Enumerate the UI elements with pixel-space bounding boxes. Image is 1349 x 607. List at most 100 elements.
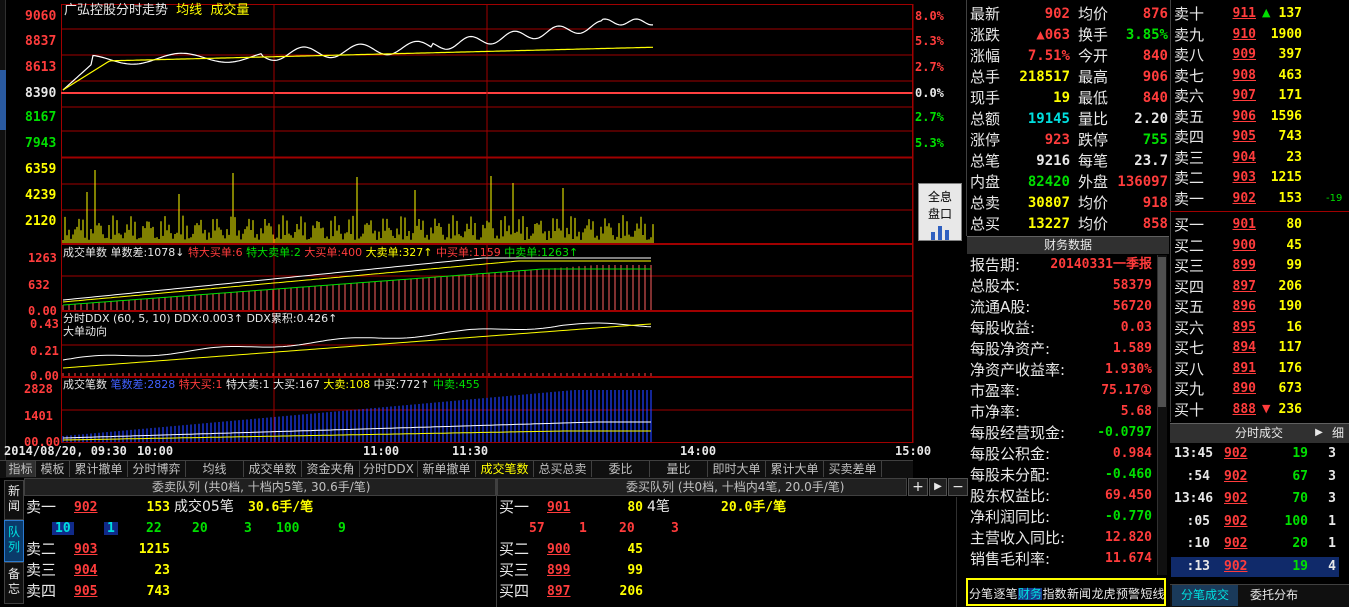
trade-price: 902 [1224,491,1248,506]
trade-time: :13 [1186,558,1210,574]
quote-label: 最高 [1078,68,1109,86]
minus-button[interactable]: − [948,478,968,496]
finance-scroll-thumb[interactable] [1158,257,1166,407]
tab-indicator[interactable]: 新单撤单 [418,461,476,477]
ind3-zmc: 455 [458,378,480,391]
tab-indicator[interactable]: 总买总卖 [534,461,592,477]
quote-value: 923 [1044,132,1070,148]
mid-tab[interactable]: 指数 [1043,588,1067,600]
quote-value: 23.7 [1134,153,1168,169]
quote-label: 最新 [970,5,1001,23]
ind1-dmc: 327↑ [402,246,433,259]
sell-level-label: 卖三 [1174,148,1205,167]
price-tick: 8613 [25,60,57,75]
queue-order: 9 [338,521,346,536]
mid-tab[interactable]: 逐笔 [994,588,1018,600]
queue-order: 20 [619,521,635,536]
trade-time: 13:45 [1174,446,1214,461]
quote-value: 19 [1053,90,1070,106]
price-tick: 8390 [25,86,57,101]
queue-buy-header: 委买队列 (共0档, 十档内4笔, 20.0手/笔) [626,480,845,494]
tab-indicator[interactable]: 累计大单 [766,461,824,477]
queue-price: 900 [547,542,571,557]
mid-tab[interactable]: 财务 [1018,588,1043,600]
finance-value: 0.984 [1112,446,1152,461]
buy-volume: 45 [1286,237,1302,253]
finance-label: 净利润同比: [970,508,1051,526]
trade-count: 3 [1328,468,1336,484]
chart-title: 广弘控股分时走势 均线 成交量 [64,4,249,17]
finance-value: 5.68 [1120,404,1152,419]
buy-level-label: 买一 [1174,216,1205,234]
ind2-tick: 0.21 [30,344,59,358]
add-button[interactable]: + [908,478,928,496]
tab-indicator[interactable]: 量比 [650,461,708,477]
time-label: 2014/08/20, 09:30 [4,444,127,458]
tab-indicator[interactable]: 分时DDX [360,461,418,477]
queue-level-label: 卖四 [26,582,57,600]
sell-volume: 1215 [1270,170,1302,185]
sell-volume: 463 [1278,67,1302,83]
tab-indicator[interactable]: 即时大单 [708,461,766,477]
play-icon[interactable]: ▶ [929,478,947,496]
tab-indicator[interactable]: 资金夹角 [302,461,360,477]
buy-level-label: 买八 [1174,359,1205,378]
queue-order: 20 [192,521,208,536]
time-label: 11:00 [363,444,400,458]
tab-indicator[interactable]: 模板 [36,461,70,477]
quote-label: 涨停 [970,131,1001,149]
tab-fenbi-chengjiao[interactable]: 分笔成交 [1172,585,1238,606]
finance-label: 总股本: [970,277,1021,295]
queue-order: 1 [104,522,118,535]
trade-price: 902 [1224,558,1248,574]
pct-tick: 5.3% [915,136,944,150]
side-tab-news[interactable]: 新闻 [4,480,24,520]
mid-tab[interactable]: 预警 [1116,588,1140,600]
side-tab-memo[interactable]: 备忘 [4,562,24,604]
queue-volume: 153 [146,500,170,515]
mid-tab[interactable]: 龙虎 [1092,588,1116,600]
tab-indicator[interactable]: 均线 [186,461,244,477]
mid-tab[interactable]: 新闻 [1067,588,1091,600]
sell-price: 903 [1232,170,1256,185]
trades-title: 分时成交 [1235,426,1284,440]
side-tab-queue[interactable]: 队列 [4,520,24,562]
ind3-tdm: 1 [215,378,223,391]
ind1-diff: 1078↓ [147,246,185,259]
queue-level-label: 买二 [499,540,530,558]
ind3-tdm-label: 特大买: [178,378,216,391]
quote-label: 最低 [1078,89,1109,107]
finance-title: 财务数据 [1044,238,1093,252]
tab-indicator[interactable]: 分时博弈 [128,461,186,477]
avg-price-line [62,46,653,91]
queue-volume: 206 [619,584,643,599]
tab-weituo-fenbu[interactable]: 委托分布 [1240,585,1308,606]
tab-indicator[interactable]: 委比 [592,461,650,477]
mid-tab[interactable]: 短线 [1141,588,1165,600]
ind3-dm-label: 大买: [273,378,299,391]
price-tick: 8167 [25,110,57,125]
buy-level-label: 买十 [1174,400,1205,419]
tab-indicator[interactable]: 累计撤单 [70,461,128,477]
tab-indicator[interactable]: 成交笔数 [476,461,534,477]
trade-count: 3 [1328,446,1336,461]
buy-level-label: 买五 [1174,298,1205,316]
quote-value: 19145 [1027,111,1070,127]
trades-expand-icon[interactable]: ▶ [1312,425,1326,441]
queue-level-label: 卖二 [26,540,57,558]
quanxi-pankou-button[interactable]: 全息 盘口 [918,183,962,241]
mid-tab[interactable]: 分笔 [969,588,993,600]
ind3-tdmc-label: 特大卖: [225,378,263,391]
quote-label: 外盘 [1078,173,1109,191]
tab-indicator[interactable]: 指标 [6,461,36,477]
quote-value: 30807 [1027,195,1070,211]
queue-avg-size: 20.0手/笔 [721,500,787,515]
quote-value: 840 [1142,90,1168,106]
tab-indicator[interactable]: 成交单数 [244,461,302,477]
trades-detail-toggle[interactable]: 细 [1332,427,1344,439]
tab-indicator[interactable]: 买卖差单 [824,461,882,477]
trade-count: 1 [1328,536,1336,551]
buy-price: 900 [1232,237,1256,253]
ind3-tdmc: 1 [262,378,270,391]
buy-price: 895 [1232,319,1256,335]
